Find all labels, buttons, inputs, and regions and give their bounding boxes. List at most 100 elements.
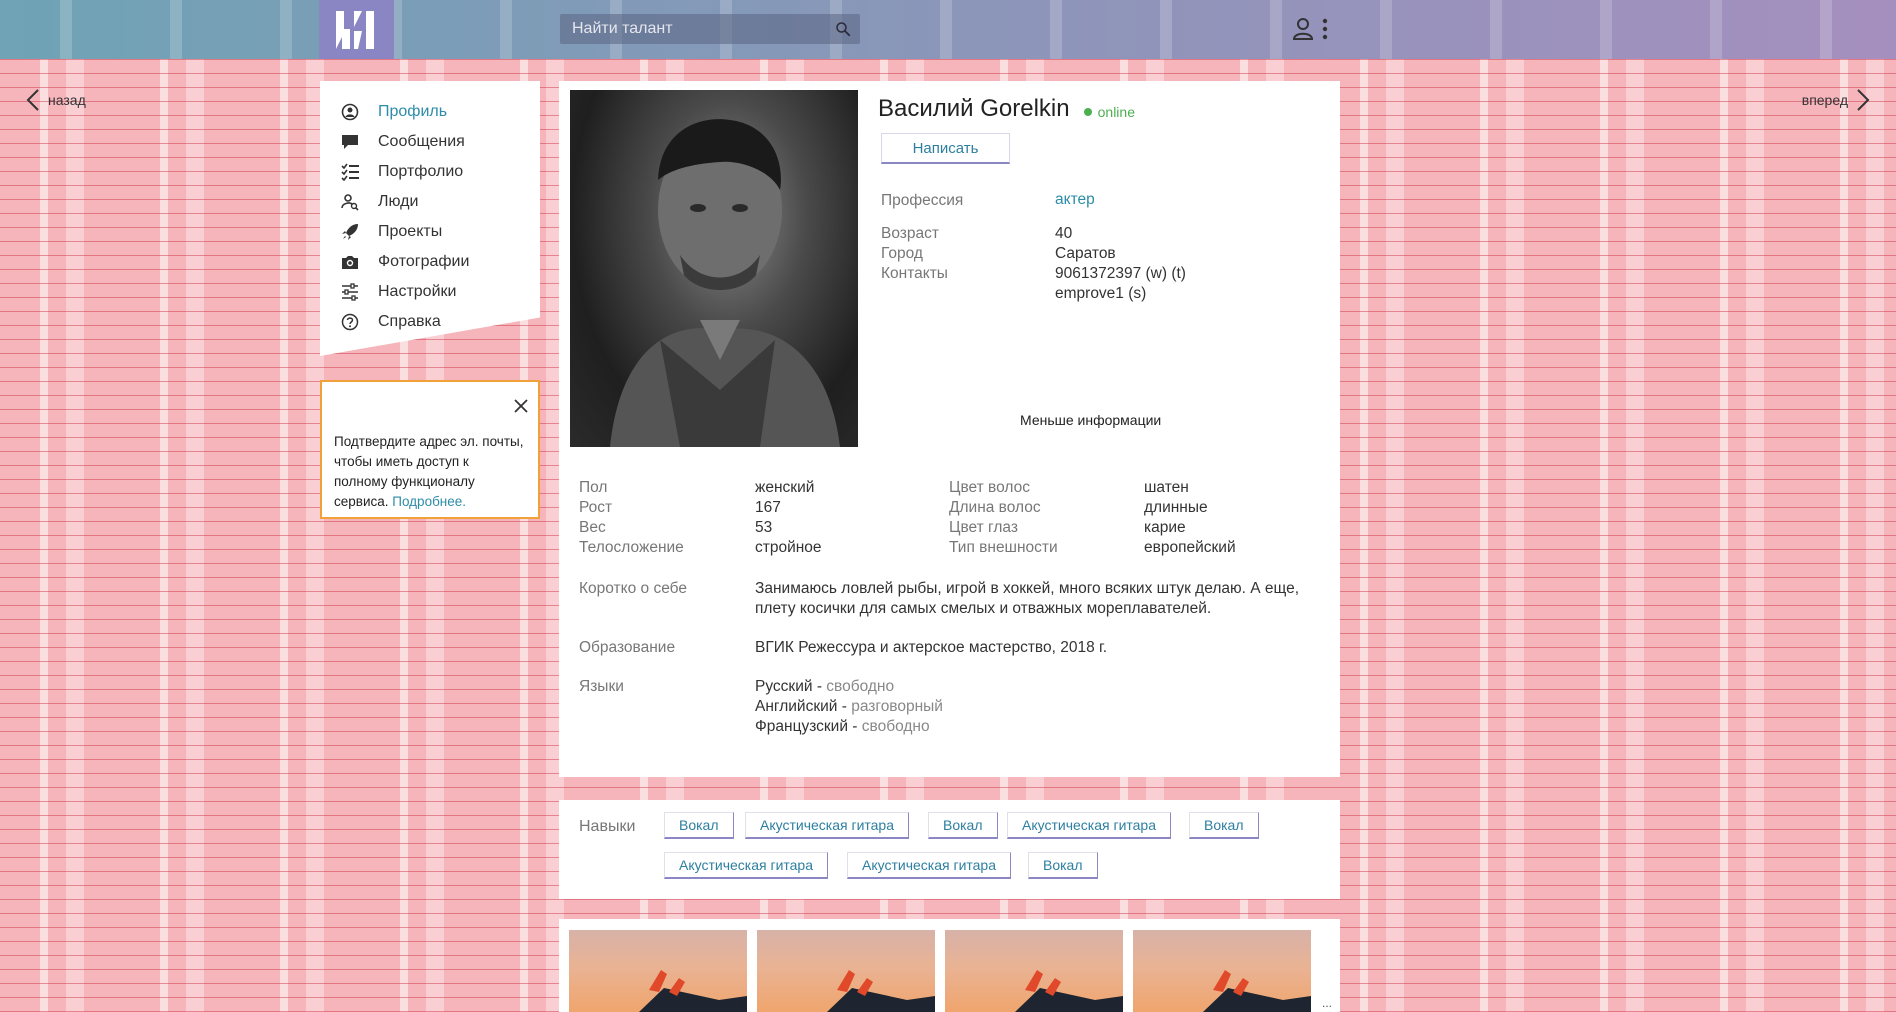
city-label: Город <box>881 245 923 262</box>
skill-tag[interactable]: Акустическая гитара <box>1007 812 1172 839</box>
details-left-values: женский 167 53 стройное <box>755 478 822 558</box>
sidebar-item-people[interactable]: Люди <box>320 187 540 217</box>
hair-color-label: Цвет волос <box>949 479 1030 496</box>
more-menu-icon[interactable] <box>1321 17 1329 41</box>
sidebar-item-label: Проекты <box>378 223 443 240</box>
sidebar-item-label: Справка <box>378 313 441 330</box>
height-label: Рост <box>579 499 613 516</box>
skill-tag[interactable]: Вокал <box>928 812 998 839</box>
search-input[interactable] <box>560 20 810 38</box>
contacts-skype: emprove1 (s) <box>1055 285 1147 302</box>
appearance-type-label: Тип внешности <box>949 539 1058 556</box>
gallery-thumb[interactable] <box>569 930 747 1012</box>
hair-length-value: длинные <box>1144 499 1208 516</box>
profession-label: Профессия <box>881 192 964 209</box>
language-item: Русский - свободно <box>755 677 1315 697</box>
about-text: Занимаюсь ловлей рыбы, игрой в хоккей, м… <box>755 580 1299 617</box>
appearance-type-value: европейский <box>1144 539 1236 556</box>
email-confirm-notice: Подтвердите адрес эл. почты, чтобы иметь… <box>320 380 540 519</box>
skill-tag[interactable]: Вокал <box>664 812 734 839</box>
logo[interactable] <box>319 0 394 59</box>
skill-tag[interactable]: Акустическая гитара <box>847 852 1012 879</box>
help-icon <box>340 312 360 332</box>
profile-photo[interactable] <box>570 90 858 447</box>
build-label: Телосложение <box>579 539 684 556</box>
language-separator: - <box>837 698 852 715</box>
sidebar-item-settings[interactable]: Настройки <box>320 277 540 307</box>
sidebar-item-projects[interactable]: Проекты <box>320 217 540 247</box>
sidebar-item-label: Настройки <box>378 283 457 300</box>
status-text: online <box>1097 104 1135 120</box>
profile-card: Василий Gorelkin online Написать Професс… <box>559 81 1340 777</box>
details-right-values: шатен длинные карие европейский <box>1144 478 1236 558</box>
less-info-toggle[interactable]: Меньше информации <box>1020 412 1161 428</box>
forward-label: вперед <box>1801 92 1848 108</box>
city-value: Саратов <box>1055 245 1116 262</box>
education-text: ВГИК Режессура и актерское мастерство, 2… <box>755 639 1108 656</box>
sidebar-item-help[interactable]: Справка <box>320 307 540 337</box>
top-bar <box>0 0 1896 59</box>
contacts-label: Контакты <box>881 265 948 282</box>
sidebar-item-label: Профиль <box>378 103 448 120</box>
weight-value: 53 <box>755 519 773 536</box>
search-box <box>560 14 860 44</box>
sliders-icon <box>340 282 360 302</box>
hair-length-label: Длина волос <box>949 499 1041 516</box>
logo-mark-icon <box>335 10 374 49</box>
back-label: назад <box>48 92 86 108</box>
age-value: 40 <box>1055 225 1073 242</box>
gallery-thumb[interactable] <box>1133 930 1311 1012</box>
language-separator: - <box>812 678 827 695</box>
sidebar-item-portfolio[interactable]: Портфолио <box>320 157 540 187</box>
height-value: 167 <box>755 499 781 516</box>
skill-tag[interactable]: Вокал <box>1028 852 1098 879</box>
languages-label: Языки <box>579 678 624 695</box>
sidebar-item-label: Сообщения <box>378 133 465 150</box>
gallery-thumb[interactable] <box>757 930 935 1012</box>
forward-link[interactable]: вперед <box>1802 88 1870 112</box>
chevron-right-icon <box>1857 89 1870 111</box>
online-dot-icon <box>1083 108 1092 116</box>
languages-list: Русский - свободно Английский - разговор… <box>755 677 1315 737</box>
checklist-icon <box>340 162 360 182</box>
gender-label: Пол <box>579 479 608 496</box>
camera-icon <box>340 252 360 272</box>
language-separator: - <box>848 718 862 735</box>
language-level: свободно <box>826 678 895 695</box>
chat-icon <box>340 132 360 152</box>
profile-name: Василий Gorelkin <box>878 95 1070 122</box>
status-badge: online <box>1083 104 1135 120</box>
sidebar-item-label: Фотографии <box>378 253 470 270</box>
airplane-image <box>1203 970 1311 1012</box>
search-icon[interactable] <box>834 20 852 38</box>
sidebar-item-messages[interactable]: Сообщения <box>320 127 540 157</box>
gallery-more[interactable]: ... <box>1322 996 1332 1010</box>
profession-value[interactable]: актер <box>1055 191 1095 208</box>
sidebar-item-label: Люди <box>378 193 419 210</box>
info-labels: Возраст Город Контакты <box>881 224 948 284</box>
gallery-thumb[interactable] <box>945 930 1123 1012</box>
back-link[interactable]: назад <box>26 88 86 112</box>
sidebar-item-profile[interactable]: Профиль <box>320 97 540 127</box>
airplane-image <box>639 970 747 1012</box>
age-label: Возраст <box>881 225 939 242</box>
weight-label: Вес <box>579 519 606 536</box>
eye-color-value: карие <box>1144 519 1186 536</box>
people-search-icon <box>340 192 360 212</box>
sidebar-item-photos[interactable]: Фотографии <box>320 247 540 277</box>
skill-tag[interactable]: Акустическая гитара <box>664 852 829 879</box>
notice-more-link[interactable]: Подробнее. <box>392 494 466 509</box>
airplane-image <box>827 970 935 1012</box>
skill-tag[interactable]: Вокал <box>1189 812 1259 839</box>
details-left-labels: Пол Рост Вес Телосложение <box>579 478 684 558</box>
close-icon[interactable] <box>513 398 529 414</box>
skill-tag[interactable]: Акустическая гитара <box>745 812 910 839</box>
language-item: Французский - свободно <box>755 717 1315 737</box>
user-account-icon[interactable] <box>1292 17 1314 41</box>
write-message-button[interactable]: Написать <box>881 133 1010 164</box>
sidebar-menu: Профиль Сообщения Портфолио Люди Проекты… <box>320 81 540 356</box>
language-item: Английский - разговорный <box>755 697 1315 717</box>
gender-value: женский <box>755 479 815 496</box>
profession-row: Профессия <box>881 191 963 211</box>
build-value: стройное <box>755 539 822 556</box>
